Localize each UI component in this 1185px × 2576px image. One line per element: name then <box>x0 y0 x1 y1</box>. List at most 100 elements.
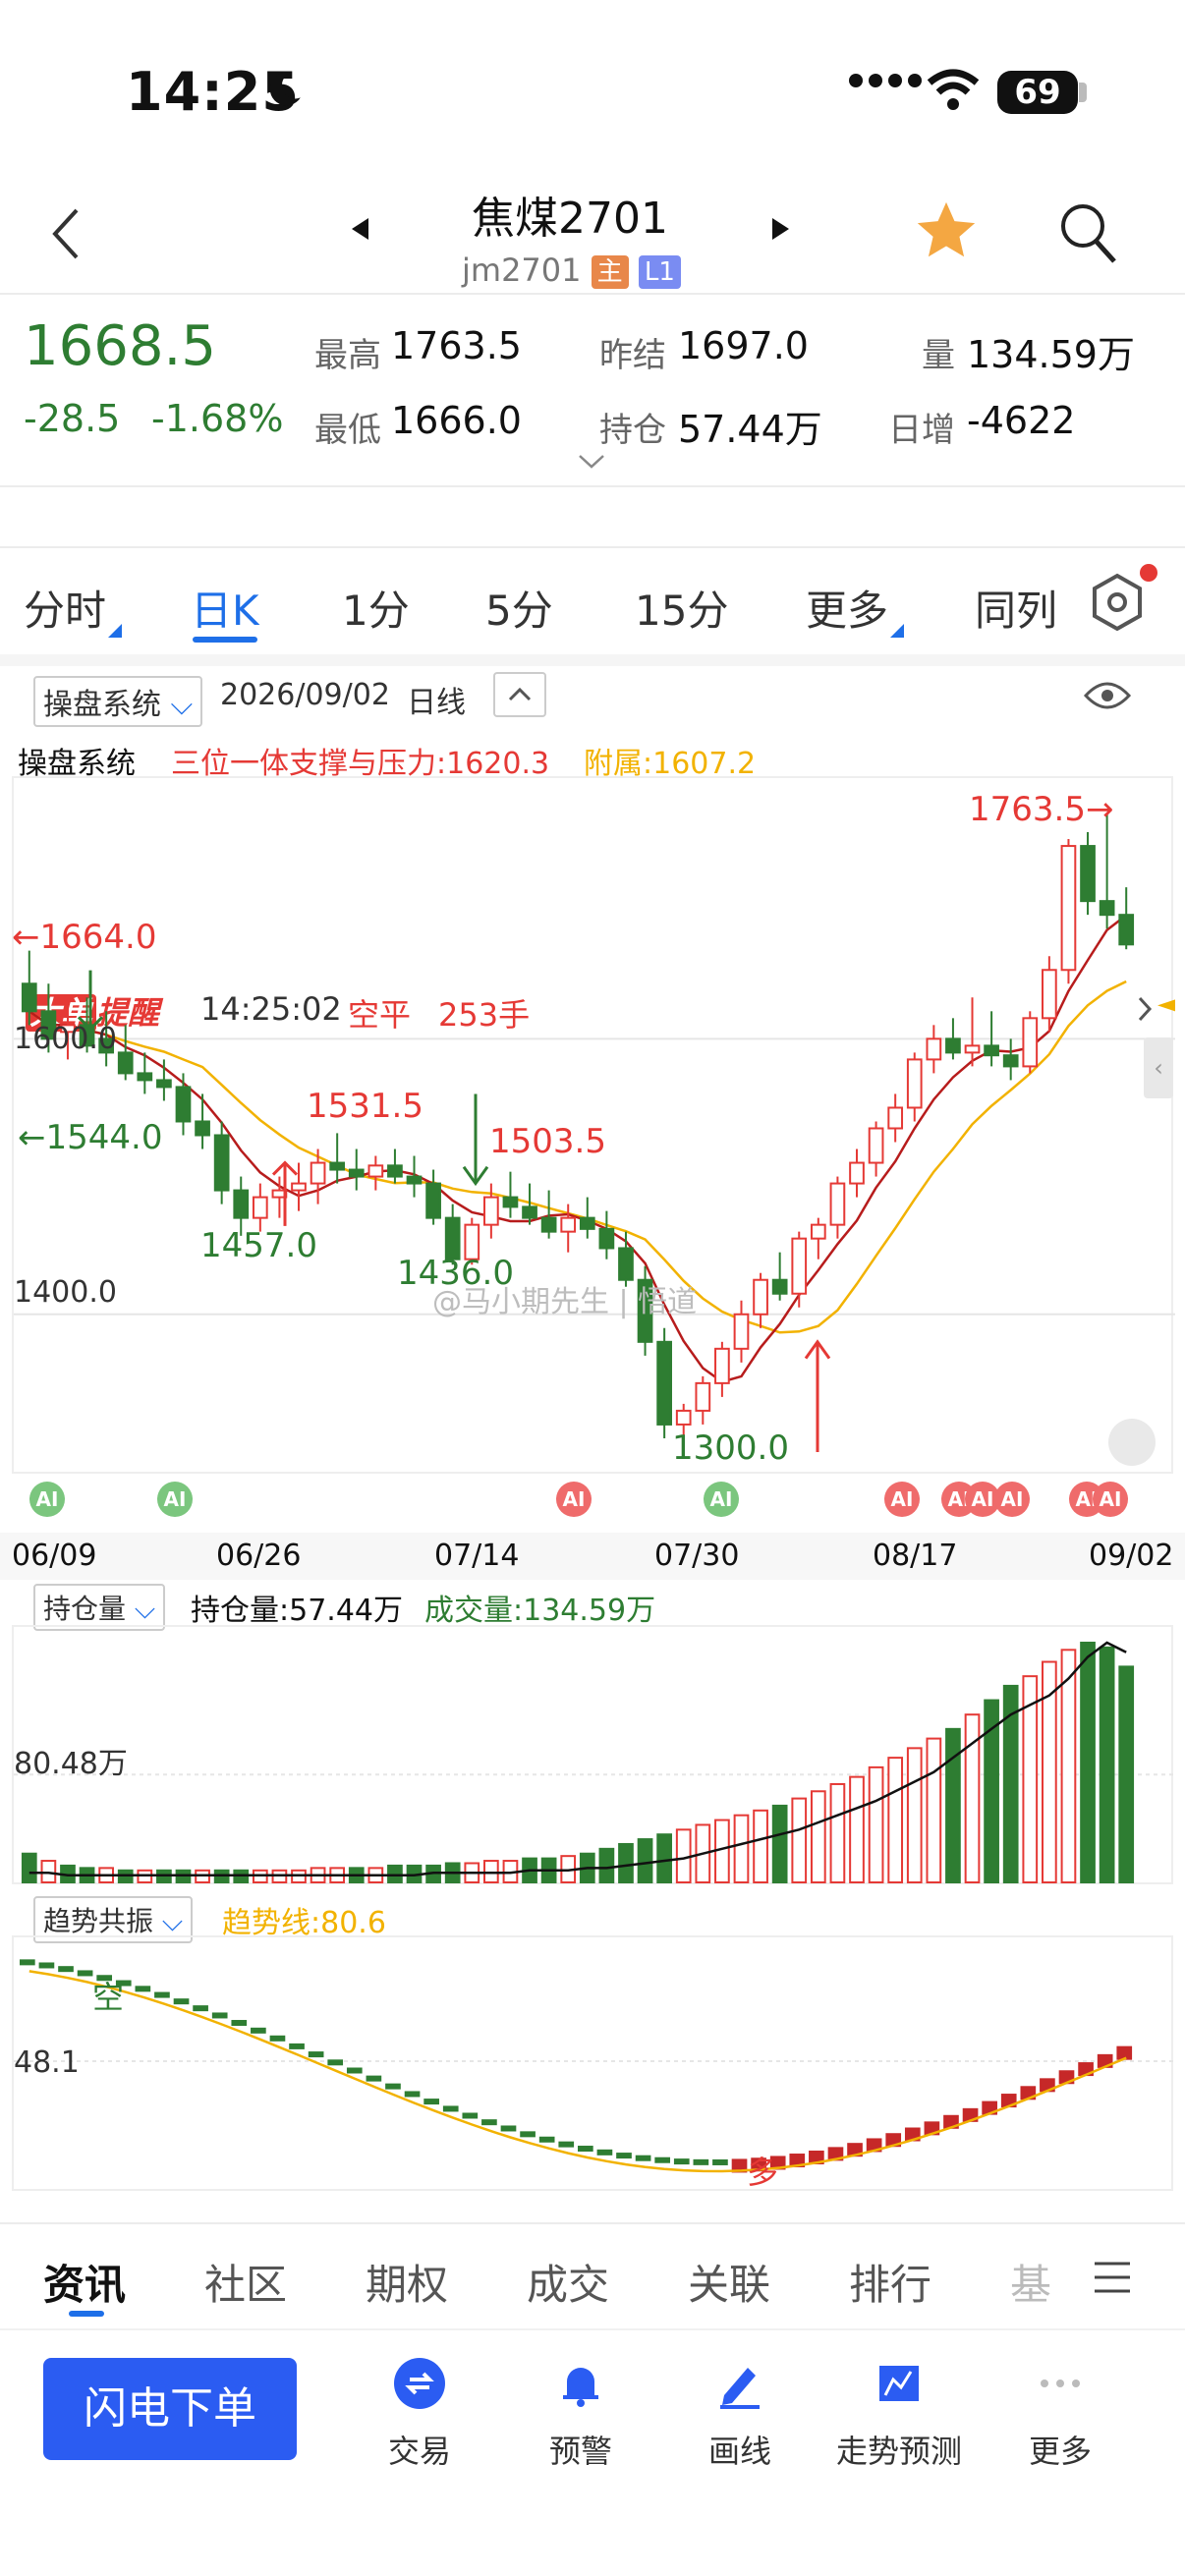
chevron-down-icon: ⌵ <box>134 1593 156 1625</box>
tabs-divider <box>0 654 1185 666</box>
cellular-signal-icon <box>849 73 928 91</box>
tab-related[interactable]: 关联 <box>688 2252 770 2312</box>
volume-value: 134.59万 <box>967 333 1135 376</box>
candle-body <box>387 1164 403 1178</box>
trend-block <box>712 2158 728 2165</box>
tab-fundamentals[interactable]: 基 <box>1010 2252 1051 2312</box>
ai-badge[interactable]: AI <box>1093 1482 1128 1517</box>
trend-block <box>616 2153 632 2159</box>
candle-body <box>675 1409 692 1426</box>
prev-contract-icon[interactable] <box>352 218 368 240</box>
tab-more-tri-icon <box>890 624 905 638</box>
trend-block <box>20 1959 35 1966</box>
pen-icon <box>720 2368 760 2409</box>
back-icon[interactable] <box>47 204 86 263</box>
tab-community[interactable]: 社区 <box>204 2252 287 2312</box>
flash-order-button[interactable]: 闪电下单 <box>43 2358 297 2460</box>
bottom-tab-underline <box>69 2311 104 2317</box>
settings-hex-icon[interactable] <box>1091 572 1144 633</box>
more-dots-icon <box>1041 2380 1080 2387</box>
system-selector[interactable]: 操盘系统 ⌵ <box>33 676 203 727</box>
ai-badge[interactable]: AI <box>157 1482 193 1517</box>
ai-badge[interactable]: AI <box>994 1482 1030 1517</box>
footer-forecast[interactable]: 走势预测 <box>825 2356 973 2472</box>
expand-quote-icon[interactable] <box>578 454 605 470</box>
volume-bar <box>656 1833 672 1883</box>
prev-settle-label: 昨结 <box>599 336 666 375</box>
date-tick: 06/09 <box>12 1539 97 1573</box>
ai-badge[interactable]: AI <box>884 1482 920 1517</box>
tab-trades[interactable]: 成交 <box>527 2252 609 2312</box>
header-divider <box>0 293 1185 295</box>
volume-bar <box>771 1804 788 1883</box>
tab-5min[interactable]: 5分 <box>485 578 553 638</box>
candle-body <box>810 1223 826 1240</box>
candle-body <box>291 1182 307 1192</box>
menu-icon[interactable] <box>1093 2260 1132 2295</box>
trend-block <box>481 2119 497 2126</box>
candle-body <box>522 1205 537 1219</box>
candle-body <box>656 1340 672 1426</box>
candle-body <box>425 1182 441 1219</box>
chevron-down-icon: ⌵ <box>161 1905 184 1937</box>
trend-block <box>635 2155 651 2161</box>
system-selector-label: 操盘系统 <box>43 688 161 722</box>
collapse-button[interactable] <box>493 672 546 717</box>
candle-body <box>1099 900 1115 917</box>
trend-block <box>596 2149 613 2156</box>
tab-news[interactable]: 资讯 <box>43 2252 126 2312</box>
oi-selector[interactable]: 持仓量 ⌵ <box>33 1584 166 1631</box>
price-change-pct: -1.68% <box>151 397 284 440</box>
search-icon[interactable] <box>1057 200 1118 265</box>
tab-ranking[interactable]: 排行 <box>849 2252 931 2312</box>
tab-more[interactable]: 更多 <box>806 578 905 638</box>
candle-body <box>156 1079 172 1089</box>
chart-period: 日线 <box>407 686 466 720</box>
candle-body <box>367 1164 384 1178</box>
candle-body <box>348 1168 365 1178</box>
arrow-down-icon <box>462 1093 489 1187</box>
footer-trade[interactable]: 交易 <box>346 2356 493 2472</box>
label-1300: 1300.0 <box>672 1428 789 1468</box>
footer-more[interactable]: 更多 <box>987 2356 1134 2472</box>
volume-bar <box>598 1847 615 1883</box>
candle-body <box>175 1086 192 1123</box>
fullscreen-icon[interactable] <box>1108 1419 1156 1466</box>
kong-label: 空 <box>92 1979 125 2016</box>
tab-15min[interactable]: 15分 <box>635 578 728 638</box>
tab-same-column[interactable]: 同列 <box>975 578 1057 638</box>
trend-line <box>28 1970 1127 2173</box>
tab-timeshare[interactable]: 分时 <box>24 578 123 638</box>
ai-badge[interactable]: AI <box>704 1482 739 1517</box>
footer-alert[interactable]: 预警 <box>507 2356 654 2472</box>
tab-daily-k[interactable]: 日K <box>191 578 259 638</box>
candle-body <box>1042 969 1057 1020</box>
contract-code-text: jm2701 <box>462 252 582 289</box>
trend-block <box>231 2020 248 2027</box>
candle-body <box>310 1161 326 1185</box>
candle-body <box>329 1161 346 1171</box>
ai-badge[interactable]: AI <box>556 1482 592 1517</box>
trend-block <box>462 2112 479 2119</box>
candle-body <box>502 1196 519 1208</box>
side-drawer-handle[interactable]: ‹ <box>1144 1037 1173 1098</box>
footer-draw[interactable]: 画线 <box>666 2356 814 2472</box>
trend-chart[interactable] <box>12 1935 1175 2191</box>
oi-label: 持仓 <box>599 411 666 450</box>
big-order-alert[interactable]: 大单 提醒 14:25:02 空平 253手 <box>0 489 1185 1034</box>
quote-divider <box>0 485 1185 487</box>
oi-chart[interactable] <box>12 1625 1175 1884</box>
candle-body <box>618 1247 634 1281</box>
trend-block <box>58 1966 74 1973</box>
favorite-star-icon[interactable] <box>912 196 981 265</box>
eye-icon[interactable] <box>1083 678 1132 713</box>
tab-options[interactable]: 期权 <box>366 2252 448 2312</box>
trend-block <box>366 2075 382 2082</box>
candle-body <box>1002 1054 1019 1068</box>
next-contract-icon[interactable] <box>772 218 789 240</box>
ai-badge[interactable]: AI <box>29 1482 65 1517</box>
tab-1min[interactable]: 1分 <box>342 578 410 638</box>
trend-block <box>346 2067 363 2074</box>
oi-value: 57.44万 <box>678 408 822 451</box>
volume-bar <box>945 1727 961 1883</box>
